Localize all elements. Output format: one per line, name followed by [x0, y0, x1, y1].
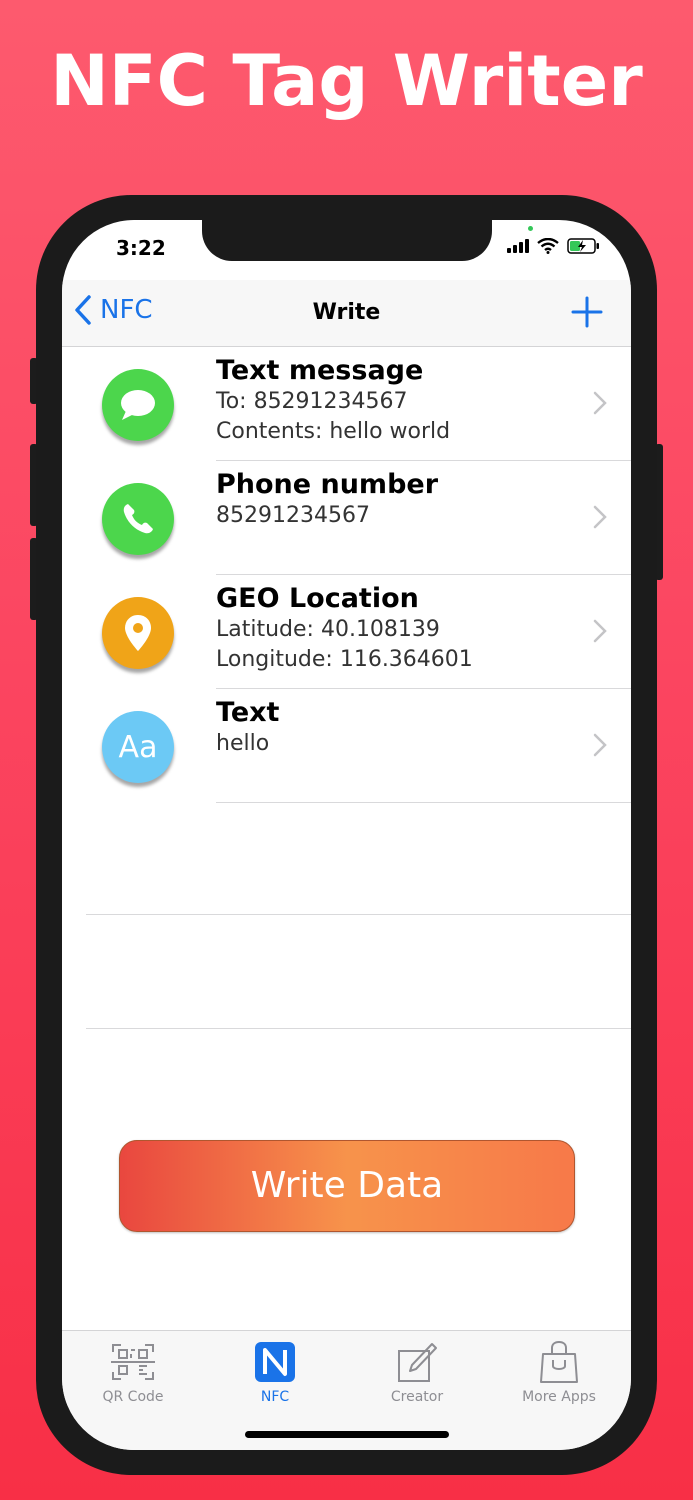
- list-item-title: GEO Location: [216, 583, 419, 614]
- text-aa-glyph: Aa: [118, 729, 158, 765]
- tab-label: NFC: [260, 1389, 290, 1405]
- list-item-detail: 85291234567: [216, 503, 370, 528]
- text-aa-icon: Aa: [102, 711, 174, 783]
- phone-screen: 3:22 NFC Write Text message To: 85291234…: [62, 220, 631, 1450]
- tab-creator[interactable]: Creator: [346, 1339, 488, 1405]
- list-item-detail: Latitude: 40.108139: [216, 617, 440, 642]
- chevron-right-icon: [593, 505, 607, 529]
- list-item-text: Phone number 85291234567: [216, 469, 571, 531]
- list-item-text[interactable]: Aa Text hello: [62, 689, 631, 803]
- notch: [202, 220, 492, 261]
- tab-label: QR Code: [102, 1389, 164, 1405]
- empty-row-separator: [86, 1028, 631, 1029]
- tab-qr-code[interactable]: QR Code: [62, 1339, 204, 1405]
- list-item-detail: Contents: hello world: [216, 419, 451, 444]
- page-title: Write: [312, 300, 381, 325]
- nfc-n-icon: [255, 1342, 295, 1382]
- wifi-icon: [537, 238, 559, 254]
- list-item-text: GEO Location Latitude: 40.108139 Longitu…: [216, 583, 571, 675]
- chevron-right-icon: [593, 733, 607, 757]
- message-bubble-icon: [102, 369, 174, 441]
- battery-charging-icon: [567, 238, 599, 254]
- list-item-geo-location[interactable]: GEO Location Latitude: 40.108139 Longitu…: [62, 575, 631, 689]
- list-item-text-block: Text hello: [216, 697, 571, 759]
- shopping-bag-icon: [540, 1340, 578, 1383]
- qr-code-icon: [111, 1344, 155, 1380]
- location-pin-icon: [102, 597, 174, 669]
- write-data-button[interactable]: Write Data: [119, 1140, 575, 1232]
- chevron-right-icon: [593, 619, 607, 643]
- list-item-title: Text message: [216, 355, 424, 386]
- list-item-detail: hello: [216, 731, 270, 756]
- tab-more-apps[interactable]: More Apps: [488, 1339, 630, 1405]
- tab-nfc[interactable]: NFC: [204, 1339, 346, 1405]
- add-button[interactable]: [569, 294, 605, 330]
- list-item-phone-number[interactable]: Phone number 85291234567: [62, 461, 631, 575]
- record-list: Text message To: 85291234567 Contents: h…: [62, 347, 631, 803]
- list-item-text-message[interactable]: Text message To: 85291234567 Contents: h…: [62, 347, 631, 461]
- row-separator: [216, 802, 631, 803]
- list-item-detail: To: 85291234567: [216, 389, 408, 414]
- status-icons: [507, 238, 601, 254]
- home-indicator: [245, 1431, 449, 1438]
- navigation-bar: NFC Write: [62, 280, 631, 347]
- camera-indicator-dot: [528, 226, 533, 231]
- list-item-detail: Longitude: 116.364601: [216, 647, 473, 672]
- chevron-right-icon: [593, 391, 607, 415]
- edit-pencil-icon: [398, 1343, 437, 1382]
- headline: NFC Tag Writer: [50, 40, 643, 122]
- phone-handset-icon: [102, 483, 174, 555]
- list-item-title: Phone number: [216, 469, 439, 500]
- list-item-title: Text: [216, 697, 280, 728]
- cellular-signal-icon: [507, 239, 529, 253]
- list-item-text: Text message To: 85291234567 Contents: h…: [216, 355, 571, 447]
- tab-label: More Apps: [522, 1389, 596, 1405]
- status-time: 3:22: [116, 236, 166, 260]
- empty-row-separator: [86, 914, 631, 915]
- plus-icon: [571, 296, 603, 328]
- tab-label: Creator: [390, 1389, 444, 1405]
